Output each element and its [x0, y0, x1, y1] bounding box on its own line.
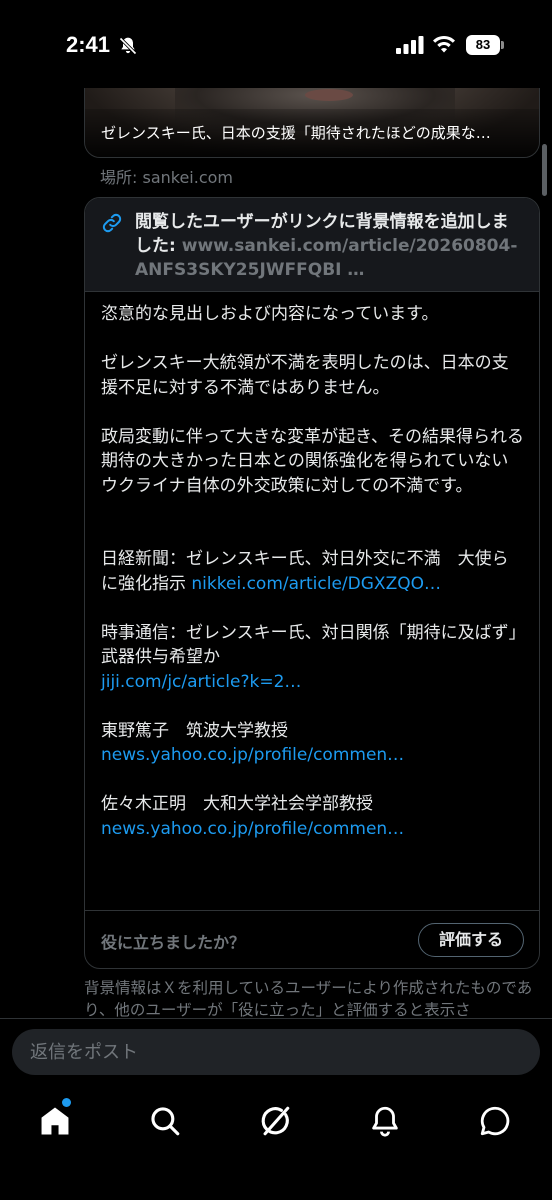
scrollbar[interactable]: [542, 144, 547, 196]
status-time: 2:41: [66, 32, 111, 57]
source-link[interactable]: nikkei.com/article/DGXZQO…: [191, 574, 441, 594]
note-source: 東野篤子 筑波大学教授 news.yahoo.co.jp/profile/com…: [101, 719, 525, 768]
home-icon[interactable]: [38, 1104, 72, 1138]
source-link[interactable]: news.yahoo.co.jp/profile/commen…: [101, 817, 525, 842]
community-note-disclaimer: 背景情報はＸを利用しているユーザーにより作成されたものであり、他のユーザーが「役…: [84, 979, 533, 1019]
bell-off-icon: [119, 37, 137, 55]
bell-icon[interactable]: [368, 1104, 402, 1138]
community-note-body: 恣意的な見出しおよび内容になっています。 ゼレンスキー大統領が不満を表明したのは…: [101, 302, 535, 866]
source-label: 佐々木正明 大和大学社会学部教授: [101, 794, 373, 814]
signal-icon: [396, 36, 424, 54]
source-label: 時事通信：ゼレンスキー氏、対日関係「期待に及ばず」 武器供与希望か: [101, 622, 535, 668]
note-paragraph: ゼレンスキー大統領が不満を表明したのは、日本の支援不足に対する不満ではありません…: [101, 353, 509, 398]
link-icon: [102, 213, 122, 233]
note-source: 佐々木正明 大和大学社会学部教授 news.yahoo.co.jp/profil…: [101, 792, 525, 841]
community-note-header[interactable]: 閲覧したユーザーがリンクに背景情報を追加しました: www.sankei.com…: [85, 198, 539, 292]
search-icon[interactable]: [148, 1104, 182, 1138]
source-label: 東野篤子 筑波大学教授: [101, 720, 288, 741]
reply-input[interactable]: [12, 1029, 540, 1075]
community-note: 閲覧したユーザーがリンクに背景情報を追加しました: www.sankei.com…: [84, 197, 540, 969]
note-source: 日経新聞：ゼレンスキー氏、対日外交に不満 大使らに強化指示 nikkei.com…: [101, 547, 525, 596]
note-paragraph: 恣意的な見出しおよび内容になっています。: [101, 304, 439, 324]
battery-level: 83: [466, 35, 500, 55]
link-domain[interactable]: 場所: sankei.com: [100, 164, 233, 188]
post-detail: ゼレンスキー氏、日本の支援「期待されたほどの成果な… 場所: sankei.co…: [0, 0, 552, 1020]
rate-button[interactable]: 評価する: [418, 923, 524, 957]
battery-icon: 83: [466, 35, 504, 55]
chat-icon[interactable]: [478, 1104, 512, 1138]
community-note-footer: 役に立ちましたか？ 評価する: [85, 910, 539, 968]
community-note-title: 閲覧したユーザーがリンクに背景情報を追加しました: www.sankei.com…: [135, 210, 525, 282]
note-source: 時事通信：ゼレンスキー氏、対日関係「期待に及ばず」 武器供与希望か jiji.c…: [101, 621, 535, 695]
reply-composer: [0, 1018, 552, 1088]
status-bar: 2:41 83: [0, 0, 552, 88]
bottom-nav: [0, 1088, 552, 1200]
link-preview-title: ゼレンスキー氏、日本の支援「期待されたほどの成果な…: [101, 124, 491, 142]
source-link[interactable]: news.yahoo.co.jp/profile/commen…: [101, 743, 525, 768]
note-paragraph: 政局変動に伴って大きな変革が起き、その結果得られる期待の大きかった日本との関係強…: [101, 426, 524, 496]
wifi-icon: [433, 36, 455, 53]
notification-dot: [62, 1098, 71, 1107]
source-link[interactable]: jiji.com/jc/article?k=2…: [101, 670, 525, 695]
grok-icon[interactable]: [258, 1104, 292, 1138]
helpful-question: 役に立ちましたか？: [101, 933, 246, 952]
note-source-url[interactable]: www.sankei.com/article/20260804-ANFS3SKY…: [135, 236, 517, 280]
